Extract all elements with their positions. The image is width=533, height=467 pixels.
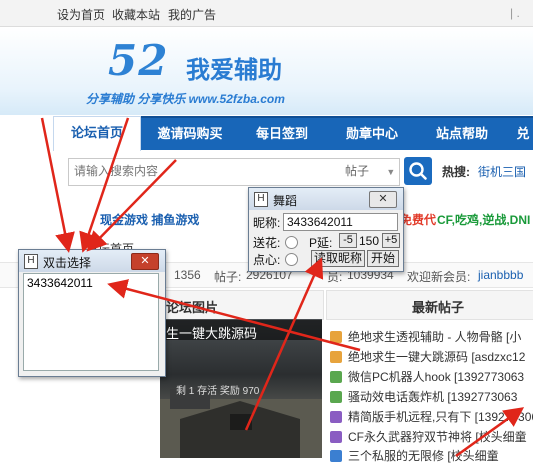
- top-bar: 设为首页 收藏本站 我的广告 | .: [0, 0, 533, 27]
- list-item[interactable]: 精简版手机远程,只有下 [1392773063: [330, 408, 533, 428]
- dessert-label: 点心:: [253, 253, 281, 267]
- select-window-titlebar[interactable]: H 双击选择 ✕: [19, 250, 165, 272]
- post-title: 绝地求生一键大跳源码 [asdzxc12: [348, 350, 526, 364]
- select-window-title: 双击选择: [43, 256, 92, 270]
- close-button[interactable]: ✕: [369, 191, 397, 208]
- list-item[interactable]: 骚动效电话轰炸机 [1392773063: [330, 388, 533, 408]
- post-icon: [330, 411, 342, 423]
- dance-window-title: 舞蹈: [273, 194, 298, 208]
- topbar-right-text: | .: [510, 6, 520, 20]
- post-icon: [330, 450, 342, 462]
- post-icon: [330, 391, 342, 403]
- double-click-select-window: H 双击选择 ✕ 3433642011: [18, 249, 166, 377]
- chevron-down-icon: ▼: [386, 167, 396, 177]
- search-button[interactable]: [404, 157, 432, 185]
- game-tags-link[interactable]: CF,吃鸡,逆战,DNI: [437, 211, 530, 228]
- list-item[interactable]: 三个私服的无限修 [校头细童: [330, 447, 533, 467]
- tab-invite-code[interactable]: 邀请码购买: [145, 118, 235, 150]
- logo-slogan: 分享辅助 分享快乐 www.52fzba.com: [86, 92, 285, 106]
- nickname-field[interactable]: 3433642011: [283, 213, 398, 231]
- hot-search-item[interactable]: 街机三国: [478, 163, 526, 180]
- delay-label: P延:: [309, 236, 333, 250]
- close-button[interactable]: ✕: [131, 253, 159, 270]
- dance-tool-window: H 舞蹈 ✕ 昵称: 3433642011 送花: P延: -5 150 +5 …: [248, 187, 404, 272]
- main-nav: 论坛首页 邀请码购买 每日签到 勋章中心 站点帮助 兑: [53, 116, 533, 151]
- my-ads-link[interactable]: 我的广告: [168, 6, 216, 23]
- search-icon: [409, 162, 427, 180]
- set-homepage-link[interactable]: 设为首页: [57, 6, 105, 23]
- post-title: 骚动效电话轰炸机 [1392773063: [348, 390, 518, 404]
- today-posts-count: 1356: [174, 268, 201, 282]
- list-item[interactable]: 微信PC机器人hook [1392773063: [330, 368, 533, 388]
- post-icon: [330, 371, 342, 383]
- post-icon: [330, 351, 342, 363]
- delay-value: 150: [359, 234, 380, 248]
- nickname-label: 昵称:: [253, 216, 281, 230]
- posts-label: 帖子:: [214, 270, 242, 284]
- search-input[interactable]: [70, 160, 348, 182]
- tab-exchange[interactable]: 兑: [511, 118, 533, 150]
- post-icon: [330, 431, 342, 443]
- logo-name: 我爱辅助: [186, 57, 282, 84]
- logo-number: 52: [108, 36, 169, 85]
- bookmark-link[interactable]: 收藏本站: [112, 6, 160, 23]
- image-caption[interactable]: 生一键大跳源码: [166, 323, 257, 342]
- game-hud-text: 剩 1 存活 奖励 970: [176, 386, 260, 397]
- news-section-title: 最新帖子: [412, 300, 465, 315]
- flower-label: 送花:: [253, 236, 281, 250]
- app-icon: H: [24, 254, 38, 269]
- read-nickname-button[interactable]: 读取昵称: [311, 250, 365, 267]
- post-title: 三个私服的无限修 [校头细童: [348, 449, 499, 463]
- nickname-list[interactable]: 3433642011: [23, 273, 159, 371]
- list-item[interactable]: CF永久武器狩双节神将 [校头细童: [330, 428, 533, 448]
- delay-minus-button[interactable]: -5: [339, 233, 357, 248]
- post-icon: [330, 331, 342, 343]
- post-title: 微信PC机器人hook [1392773063: [348, 370, 525, 384]
- tab-medals[interactable]: 勋章中心: [329, 118, 415, 150]
- pics-section-title: 论坛图片: [166, 300, 219, 315]
- start-button[interactable]: 开始: [367, 250, 399, 267]
- newest-member-link[interactable]: jianbbbb: [478, 268, 523, 282]
- hot-search-label: 热搜:: [442, 165, 470, 179]
- post-title: 绝地求生透视辅助 - 人物骨骼 [小: [348, 330, 522, 344]
- welcome-label: 欢迎新会员:: [407, 270, 471, 284]
- flower-radio[interactable]: [285, 236, 298, 249]
- tab-help[interactable]: 站点帮助: [419, 118, 505, 150]
- search-type-value: 帖子: [345, 164, 370, 178]
- list-item[interactable]: 3433642011: [27, 276, 155, 290]
- tab-forum-home[interactable]: 论坛首页: [53, 116, 141, 151]
- post-title: 精简版手机远程,只有下 [1392773063: [348, 410, 533, 424]
- game-category-links[interactable]: 现金游戏 捕鱼游戏: [100, 211, 199, 228]
- post-title: CF永久武器狩双节神将 [校头细童: [348, 430, 527, 444]
- dance-window-titlebar[interactable]: H 舞蹈 ✕: [249, 188, 403, 210]
- app-icon: H: [254, 192, 268, 207]
- search-type-select[interactable]: 帖子 ▼: [345, 162, 395, 179]
- list-item[interactable]: 绝地求生一键大跳源码 [asdzxc12: [330, 348, 533, 368]
- delay-plus-button[interactable]: +5: [382, 233, 400, 248]
- free-agent-link[interactable]: 免费代: [400, 211, 436, 228]
- tab-daily-signin[interactable]: 每日签到: [239, 118, 325, 150]
- dessert-radio[interactable]: [285, 253, 298, 266]
- list-item[interactable]: 绝地求生透视辅助 - 人物骨骼 [小: [330, 328, 533, 348]
